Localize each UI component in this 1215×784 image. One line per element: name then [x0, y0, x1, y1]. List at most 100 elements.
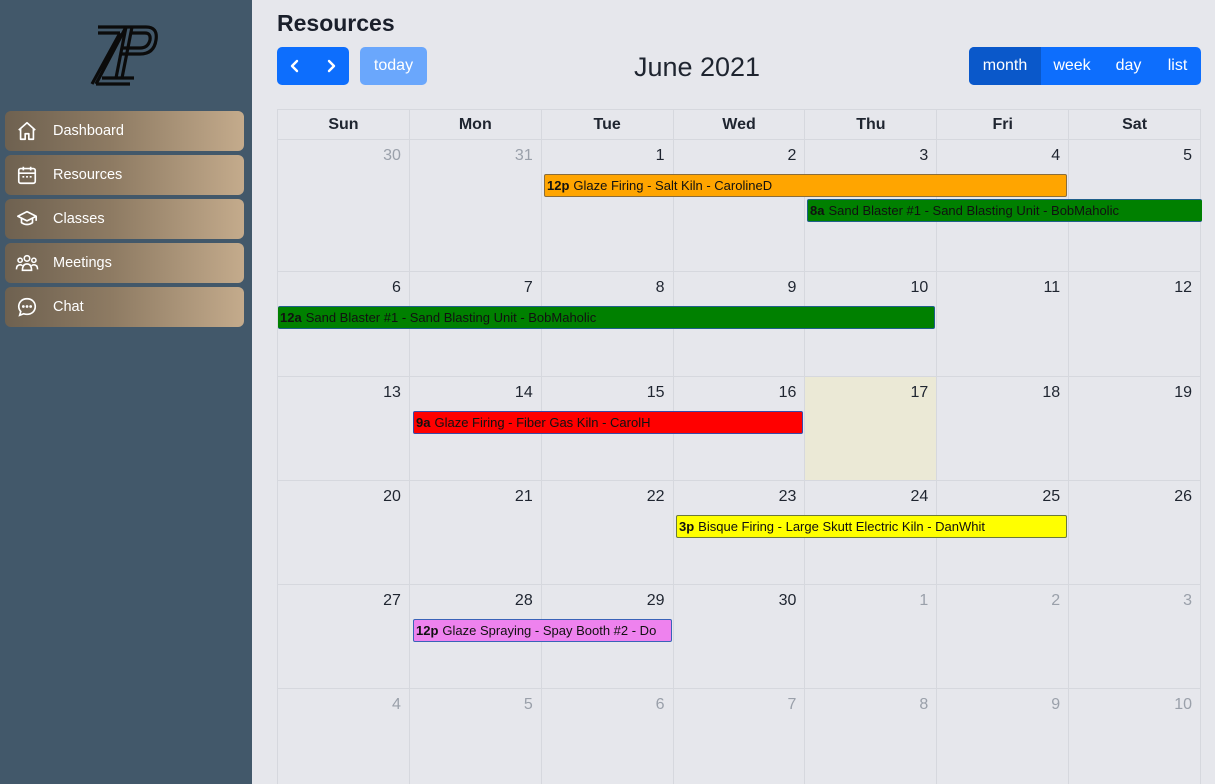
sidebar-item-resources[interactable]: Resources — [5, 155, 244, 195]
graduation-cap-icon — [7, 199, 47, 239]
day-cell[interactable]: 20 — [278, 481, 410, 585]
calendar-event[interactable]: 12p Glaze Firing - Salt Kiln - CarolineD — [544, 174, 1067, 197]
day-number: 11 — [1043, 279, 1061, 296]
day-number: 23 — [778, 488, 797, 505]
prev-next-group — [277, 47, 349, 85]
sidebar-item-label: Classes — [53, 211, 105, 227]
day-cell[interactable]: 13 — [278, 377, 410, 481]
day-number: 26 — [1174, 488, 1193, 505]
calendar-week: 27 28 29 30 1 2 3 12p Glaze Spraying - Sp… — [278, 585, 1202, 689]
calendar-event[interactable]: 12p Glaze Spraying - Spay Booth #2 - Do — [413, 619, 672, 642]
day-number: 3 — [919, 147, 929, 164]
chevron-right-icon — [327, 59, 336, 73]
day-cell[interactable]: 2 — [673, 140, 806, 272]
calendar-event[interactable]: 8a Sand Blaster #1 - Sand Blasting Unit -… — [807, 199, 1202, 222]
calendar-event[interactable]: 12a Sand Blaster #1 - Sand Blasting Unit … — [278, 306, 935, 329]
sidebar-item-chat[interactable]: Chat — [5, 287, 244, 327]
weekday-header: Mon — [409, 110, 542, 140]
day-cell[interactable]: 19 — [1069, 377, 1202, 481]
day-number: 30 — [383, 147, 401, 164]
home-icon — [7, 111, 47, 151]
view-month-button[interactable]: month — [969, 47, 1041, 85]
day-cell[interactable]: 30 — [278, 140, 410, 272]
day-cell[interactable]: 30 — [673, 585, 806, 689]
day-number: 1 — [655, 147, 665, 164]
day-cell[interactable]: 31 — [409, 140, 542, 272]
sidebar-item-dashboard[interactable]: Dashboard — [5, 111, 244, 151]
day-number: 27 — [383, 592, 401, 609]
view-day-button[interactable]: day — [1103, 47, 1154, 85]
weekday-header: Sat — [1069, 110, 1202, 140]
day-cell[interactable]: 11 — [937, 272, 1070, 377]
event-title: Glaze Firing - Fiber Gas Kiln - CarolH — [434, 415, 651, 430]
day-number: 3 — [1183, 592, 1193, 609]
day-number: 19 — [1174, 384, 1193, 401]
day-cell[interactable]: 9 — [937, 689, 1070, 784]
event-title: Sand Blaster #1 - Sand Blasting Unit - B… — [305, 310, 597, 325]
calendar-title: June 2021 — [633, 52, 761, 82]
view-switcher: month week day list — [969, 47, 1201, 85]
sidebar-item-label: Dashboard — [53, 123, 124, 139]
day-number: 9 — [787, 279, 797, 296]
day-number: 1 — [919, 592, 929, 609]
event-title: Glaze Spraying - Spay Booth #2 - Do — [442, 623, 657, 638]
sidebar-item-classes[interactable]: Classes — [5, 199, 244, 239]
day-cell[interactable]: 27 — [278, 585, 410, 689]
day-cell[interactable]: 3 — [1069, 585, 1202, 689]
zl-logo — [90, 25, 158, 86]
sidebar-item-label: Resources — [53, 167, 123, 183]
weekday-header-row: Sun Mon Tue Wed Thu Fri Sat — [278, 110, 1202, 140]
view-list-button[interactable]: list — [1154, 47, 1201, 85]
day-number: 15 — [646, 384, 665, 401]
day-number: 25 — [1042, 488, 1061, 505]
day-number: 5 — [1183, 147, 1193, 164]
day-cell[interactable]: 18 — [937, 377, 1070, 481]
view-week-button[interactable]: week — [1041, 47, 1103, 85]
day-cell[interactable]: 21 — [409, 481, 542, 585]
day-number: 21 — [514, 488, 533, 505]
day-cell[interactable]: 10 — [1069, 689, 1202, 784]
event-time: 12p — [547, 178, 570, 193]
today-button[interactable]: today — [360, 47, 427, 85]
day-cell[interactable]: 6 — [542, 689, 674, 784]
event-time: 8a — [810, 203, 825, 218]
sidebar-item-label: Meetings — [53, 255, 112, 271]
calendar-event[interactable]: 3p Bisque Firing - Large Skutt Electric K… — [676, 515, 1067, 538]
day-number: 24 — [910, 488, 929, 505]
sidebar: Dashboard Resources Classes Meetings Cha… — [0, 0, 252, 784]
day-cell[interactable]: 26 — [1069, 481, 1202, 585]
day-cell[interactable]: 1 — [541, 140, 674, 272]
day-number: 29 — [646, 592, 665, 609]
day-number: 7 — [787, 696, 797, 713]
day-cell[interactable]: 8 — [805, 689, 938, 784]
calendar-event[interactable]: 9a Glaze Firing - Fiber Gas Kiln - CarolH — [413, 411, 803, 434]
day-number: 6 — [391, 279, 401, 296]
day-number: 8 — [655, 279, 665, 296]
event-title: Sand Blaster #1 - Sand Blasting Unit - B… — [828, 203, 1119, 218]
day-cell[interactable]: 12 — [1069, 272, 1202, 377]
day-number: 18 — [1042, 384, 1061, 401]
day-cell[interactable]: 22 — [541, 481, 674, 585]
prev-button[interactable] — [277, 47, 313, 85]
day-cell[interactable]: 2 — [937, 585, 1070, 689]
calendar-week: 13 14 15 16 17 18 19 9a Glaze Firing - Fi… — [278, 377, 1202, 481]
event-title: Glaze Firing - Salt Kiln - CarolineD — [573, 178, 773, 193]
day-number: 6 — [655, 696, 665, 713]
event-time: 12p — [416, 623, 439, 638]
day-cell-today[interactable]: 17 — [805, 377, 938, 481]
day-cell[interactable]: 7 — [674, 689, 806, 784]
day-number: 10 — [910, 279, 929, 296]
event-time: 3p — [679, 519, 695, 534]
next-button[interactable] — [313, 47, 349, 85]
day-cell[interactable]: 1 — [805, 585, 938, 689]
event-time: 12a — [280, 310, 302, 325]
day-number: 30 — [778, 592, 797, 609]
day-number: 22 — [646, 488, 665, 505]
day-cell[interactable]: 5 — [410, 689, 542, 784]
chevron-left-icon — [290, 59, 299, 73]
calendar-icon — [7, 155, 47, 195]
sidebar-item-meetings[interactable]: Meetings — [5, 243, 244, 283]
weekday-header: Thu — [805, 110, 938, 140]
day-number: 12 — [1174, 279, 1193, 296]
day-cell[interactable]: 4 — [278, 689, 410, 784]
